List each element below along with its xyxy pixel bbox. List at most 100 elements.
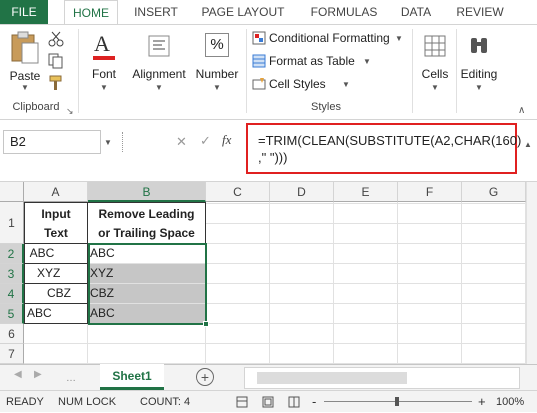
- number-button[interactable]: % Number ▼: [192, 29, 242, 93]
- scroll-right-icon[interactable]: ▶: [34, 369, 42, 380]
- tab-insert[interactable]: INSERT: [126, 0, 186, 24]
- number-label: Number: [195, 67, 239, 81]
- format-painter-icon[interactable]: [48, 75, 64, 91]
- cell-b6[interactable]: [88, 324, 206, 344]
- chevron-down-icon: ▼: [100, 83, 108, 92]
- conditional-formatting-icon: [252, 31, 266, 45]
- normal-view-icon[interactable]: [236, 396, 248, 408]
- chevron-down-icon[interactable]: ▼: [104, 138, 112, 147]
- cell-b3[interactable]: XYZ: [88, 264, 206, 284]
- chevron-down-icon: ▼: [431, 83, 439, 92]
- tab-formulas[interactable]: FORMULAS: [302, 0, 386, 24]
- cell-b2[interactable]: ABC: [88, 244, 206, 264]
- worksheet-grid[interactable]: A B C D E F G 1 2 3 4 5 6 7 Input Text R…: [0, 182, 537, 364]
- binoculars-icon: [471, 38, 487, 53]
- row-header-2[interactable]: 2: [0, 244, 24, 264]
- scroll-left-icon[interactable]: ◀: [14, 369, 22, 380]
- copy-icon[interactable]: [48, 53, 64, 69]
- status-bar: READY NUM LOCK COUNT: 4 - + 100%: [0, 390, 537, 412]
- cell-a4[interactable]: CBZ: [24, 284, 88, 304]
- column-header-g[interactable]: G: [462, 182, 526, 202]
- chevron-down-icon: ▼: [21, 83, 29, 92]
- chevron-down-icon: ▼: [213, 83, 221, 92]
- column-header-c[interactable]: C: [206, 182, 270, 202]
- status-num-lock: NUM LOCK: [58, 396, 117, 408]
- column-header-a[interactable]: A: [24, 182, 88, 202]
- chevron-down-icon: ▼: [475, 83, 483, 92]
- dialog-launcher-icon[interactable]: ↘: [66, 106, 74, 117]
- alignment-button[interactable]: Alignment ▼: [128, 29, 190, 93]
- name-box[interactable]: B2: [3, 130, 101, 154]
- font-button[interactable]: A Font ▼: [84, 29, 124, 93]
- page-layout-view-icon[interactable]: [262, 396, 274, 408]
- row-header-6[interactable]: 6: [0, 324, 24, 344]
- tab-home[interactable]: HOME: [64, 0, 118, 25]
- add-sheet-button[interactable]: +: [196, 368, 214, 386]
- cancel-icon[interactable]: ✕: [176, 134, 187, 150]
- fill-handle[interactable]: [203, 321, 209, 327]
- cell-a7[interactable]: [24, 344, 88, 364]
- scrollbar-thumb[interactable]: [257, 372, 407, 384]
- select-all-corner[interactable]: [0, 182, 24, 202]
- cell-styles-button[interactable]: Cell Styles ▼: [252, 75, 352, 95]
- cells-button[interactable]: Cells ▼: [416, 29, 454, 93]
- row-header-5[interactable]: 5: [0, 304, 24, 324]
- cell-b5[interactable]: ABC: [88, 304, 206, 324]
- cell-b1-line2: or Trailing Space: [98, 226, 195, 240]
- column-header-e[interactable]: E: [334, 182, 398, 202]
- enter-icon[interactable]: ✓: [200, 133, 211, 149]
- conditional-formatting-button[interactable]: Conditional Formatting ▼: [252, 29, 404, 49]
- chevron-up-icon[interactable]: ▲: [524, 140, 532, 149]
- chevron-down-icon: ▼: [363, 57, 371, 66]
- cell-a1-line1: Input: [41, 207, 71, 221]
- vertical-scrollbar[interactable]: [526, 182, 537, 364]
- format-as-table-label: Format as Table: [269, 54, 355, 68]
- sheet-tab-sheet1[interactable]: Sheet1: [100, 364, 164, 390]
- empty-cells[interactable]: [206, 202, 526, 364]
- tab-data[interactable]: DATA: [394, 0, 438, 24]
- more-tabs-icon[interactable]: …: [66, 373, 76, 384]
- column-header-f[interactable]: F: [398, 182, 462, 202]
- editing-button[interactable]: Editing ▼: [458, 29, 500, 93]
- cell-a2[interactable]: ABC: [24, 244, 88, 264]
- cell-a5[interactable]: ABC: [24, 304, 88, 324]
- column-header-b[interactable]: B: [88, 182, 206, 202]
- cell-a3[interactable]: XYZ: [24, 264, 88, 284]
- font-icon: A: [94, 31, 110, 56]
- page-break-view-icon[interactable]: [288, 396, 300, 408]
- status-count: COUNT: 4: [140, 396, 191, 408]
- row-header-3[interactable]: 3: [0, 264, 24, 284]
- formula-bar: B2 ▼ ✕ ✓ fx =TRIM(CLEAN(SUBSTITUTE(A2,CH…: [0, 120, 537, 182]
- clipboard-group-label: Clipboard: [12, 101, 60, 113]
- row-header-7[interactable]: 7: [0, 344, 24, 364]
- column-header-d[interactable]: D: [270, 182, 334, 202]
- cell-b4[interactable]: CBZ: [88, 284, 206, 304]
- formula-input[interactable]: =TRIM(CLEAN(SUBSTITUTE(A2,CHAR(160) ," "…: [246, 123, 521, 174]
- cell-a1[interactable]: Input Text: [24, 202, 88, 244]
- cells-icon: [424, 35, 446, 57]
- horizontal-scrollbar[interactable]: [244, 367, 520, 389]
- tab-file[interactable]: FILE: [0, 0, 48, 24]
- row-header-1[interactable]: 1: [0, 202, 24, 244]
- paste-icon: [11, 31, 39, 64]
- row-header-4[interactable]: 4: [0, 284, 24, 304]
- insert-function-button[interactable]: fx: [222, 132, 231, 148]
- cut-icon[interactable]: [48, 31, 64, 47]
- cell-b7[interactable]: [88, 344, 206, 364]
- zoom-out-button[interactable]: -: [312, 391, 316, 413]
- zoom-level[interactable]: 100%: [496, 391, 524, 413]
- chevron-down-icon: ▼: [395, 34, 403, 43]
- cell-a6[interactable]: [24, 324, 88, 344]
- zoom-slider-thumb[interactable]: [395, 397, 399, 406]
- ribbon-tab-bar: FILE HOME INSERT PAGE LAYOUT FORMULAS DA…: [0, 0, 537, 25]
- tab-review[interactable]: REVIEW: [448, 0, 512, 24]
- cell-styles-label: Cell Styles: [269, 77, 326, 91]
- tab-page-layout[interactable]: PAGE LAYOUT: [196, 0, 290, 24]
- paste-button[interactable]: Paste ▼: [6, 29, 44, 92]
- format-as-table-button[interactable]: Format as Table ▼: [252, 52, 372, 72]
- zoom-in-button[interactable]: +: [478, 391, 486, 413]
- collapse-ribbon-icon[interactable]: ∧: [518, 105, 525, 116]
- table-icon: [252, 54, 266, 68]
- ribbon: Paste ▼ Clipboard ↘ A Font ▼ Alignment ▼…: [0, 24, 537, 120]
- cell-b1[interactable]: Remove Leading or Trailing Space: [88, 202, 206, 244]
